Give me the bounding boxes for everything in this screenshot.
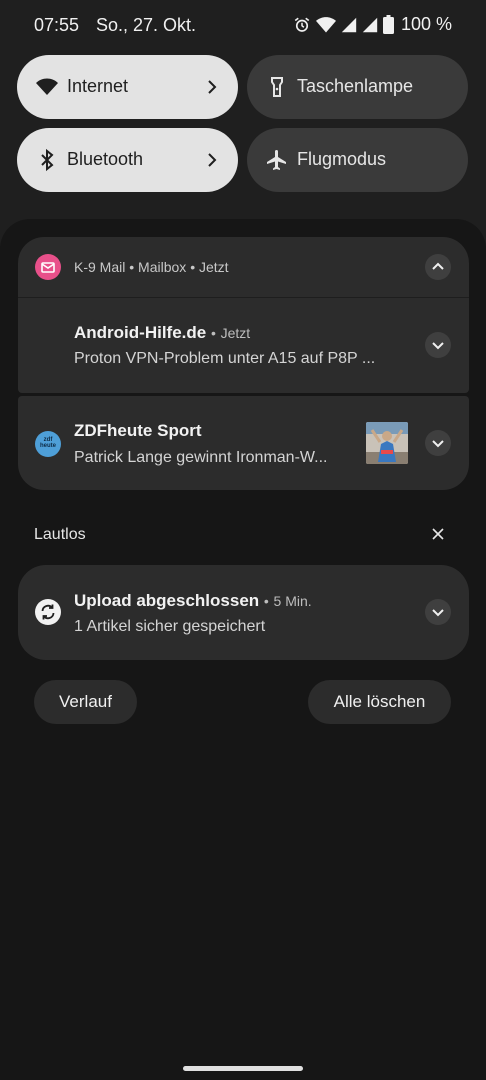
email-time: Jetzt	[220, 325, 251, 341]
chevron-right-icon	[208, 80, 217, 94]
k9-time: Jetzt	[198, 259, 229, 275]
clear-all-button[interactable]: Alle löschen	[308, 680, 451, 724]
upload-title: Upload abgeschlossen • 5 Min.	[74, 591, 312, 611]
chevron-down-icon	[432, 342, 444, 350]
airplane-mode-tile-label: Flugmodus	[297, 149, 387, 169]
separator-dot: •	[129, 259, 135, 275]
wifi-icon	[315, 16, 336, 32]
status-icons: 100 %	[293, 14, 452, 35]
battery-percentage: 100 %	[400, 14, 452, 34]
internet-tile-label: Internet	[67, 76, 129, 96]
expand-button[interactable]	[425, 430, 451, 456]
signal-icon	[362, 17, 378, 32]
athlete-photo-icon	[366, 422, 408, 464]
chevron-down-icon	[432, 609, 444, 617]
chevron-right-icon	[208, 153, 217, 167]
separator-dot: •	[263, 593, 269, 609]
heute-logo-text: heute	[39, 443, 56, 449]
sync-app-icon	[35, 599, 61, 625]
airplane-icon	[267, 150, 286, 170]
battery-icon	[382, 15, 394, 34]
status-bar: 07:55 So., 27. Okt. 100 %	[0, 0, 486, 52]
chevron-down-icon	[432, 440, 444, 448]
alarm-icon	[294, 17, 310, 32]
email-sender: Android-Hilfe.de	[74, 323, 207, 342]
separator-dot: •	[190, 259, 196, 275]
signal-icon	[341, 17, 357, 32]
chevron-up-icon	[432, 262, 444, 270]
separator-dot: •	[210, 325, 216, 341]
k9-app-name: K-9 Mail	[74, 259, 126, 275]
upload-title-text: Upload abgeschlossen	[74, 591, 260, 610]
close-icon[interactable]	[430, 526, 446, 542]
k9-account: Mailbox	[138, 259, 187, 275]
news-thumbnail	[366, 422, 408, 464]
upload-time: 5 Min.	[273, 593, 312, 609]
k9-mail-notification[interactable]: K-9 Mail • Mailbox • Jetzt Android-Hilfe…	[18, 237, 469, 393]
gesture-navigation-bar[interactable]	[183, 1066, 303, 1071]
email-notification-title: Android-Hilfe.de • Jetzt	[74, 323, 250, 343]
k9-notification-header: K-9 Mail • Mailbox • Jetzt	[74, 259, 229, 275]
zdfheute-app-icon: zdf heute	[35, 431, 61, 457]
bluetooth-tile-label: Bluetooth	[67, 149, 144, 169]
bluetooth-icon	[41, 148, 54, 172]
flashlight-tile-label: Taschenlampe	[297, 76, 414, 96]
airplane-mode-tile[interactable]: Flugmodus	[247, 128, 468, 192]
zdfheute-notification[interactable]: zdf heute ZDFheute Sport Patrick Lange g…	[18, 396, 469, 490]
email-subject: Proton VPN-Problem unter A15 auf P8P ...	[74, 350, 376, 367]
wifi-icon	[36, 78, 58, 95]
bluetooth-tile[interactable]: Bluetooth	[17, 128, 238, 192]
notification-group: K-9 Mail • Mailbox • Jetzt Android-Hilfe…	[18, 237, 469, 490]
upload-notification[interactable]: Upload abgeschlossen • 5 Min. 1 Artikel …	[18, 565, 469, 660]
history-button[interactable]: Verlauf	[34, 680, 137, 724]
expand-button[interactable]	[425, 599, 451, 625]
status-time: 07:55	[34, 15, 80, 35]
mail-icon	[41, 262, 55, 273]
status-date: So., 27. Okt.	[96, 15, 197, 35]
flashlight-icon	[271, 77, 283, 97]
zdfheute-text: Patrick Lange gewinnt Ironman-W...	[74, 449, 328, 466]
sync-icon	[41, 604, 55, 620]
flashlight-tile[interactable]: Taschenlampe	[247, 55, 468, 119]
expand-button[interactable]	[425, 332, 451, 358]
divider	[18, 297, 469, 298]
k9-mail-app-icon	[35, 254, 61, 280]
zdfheute-title: ZDFheute Sport	[74, 421, 202, 440]
upload-text: 1 Artikel sicher gespeichert	[74, 618, 266, 635]
collapse-button[interactable]	[425, 254, 451, 280]
internet-tile[interactable]: Internet	[17, 55, 238, 119]
silent-section-label: Lautlos	[34, 526, 86, 543]
